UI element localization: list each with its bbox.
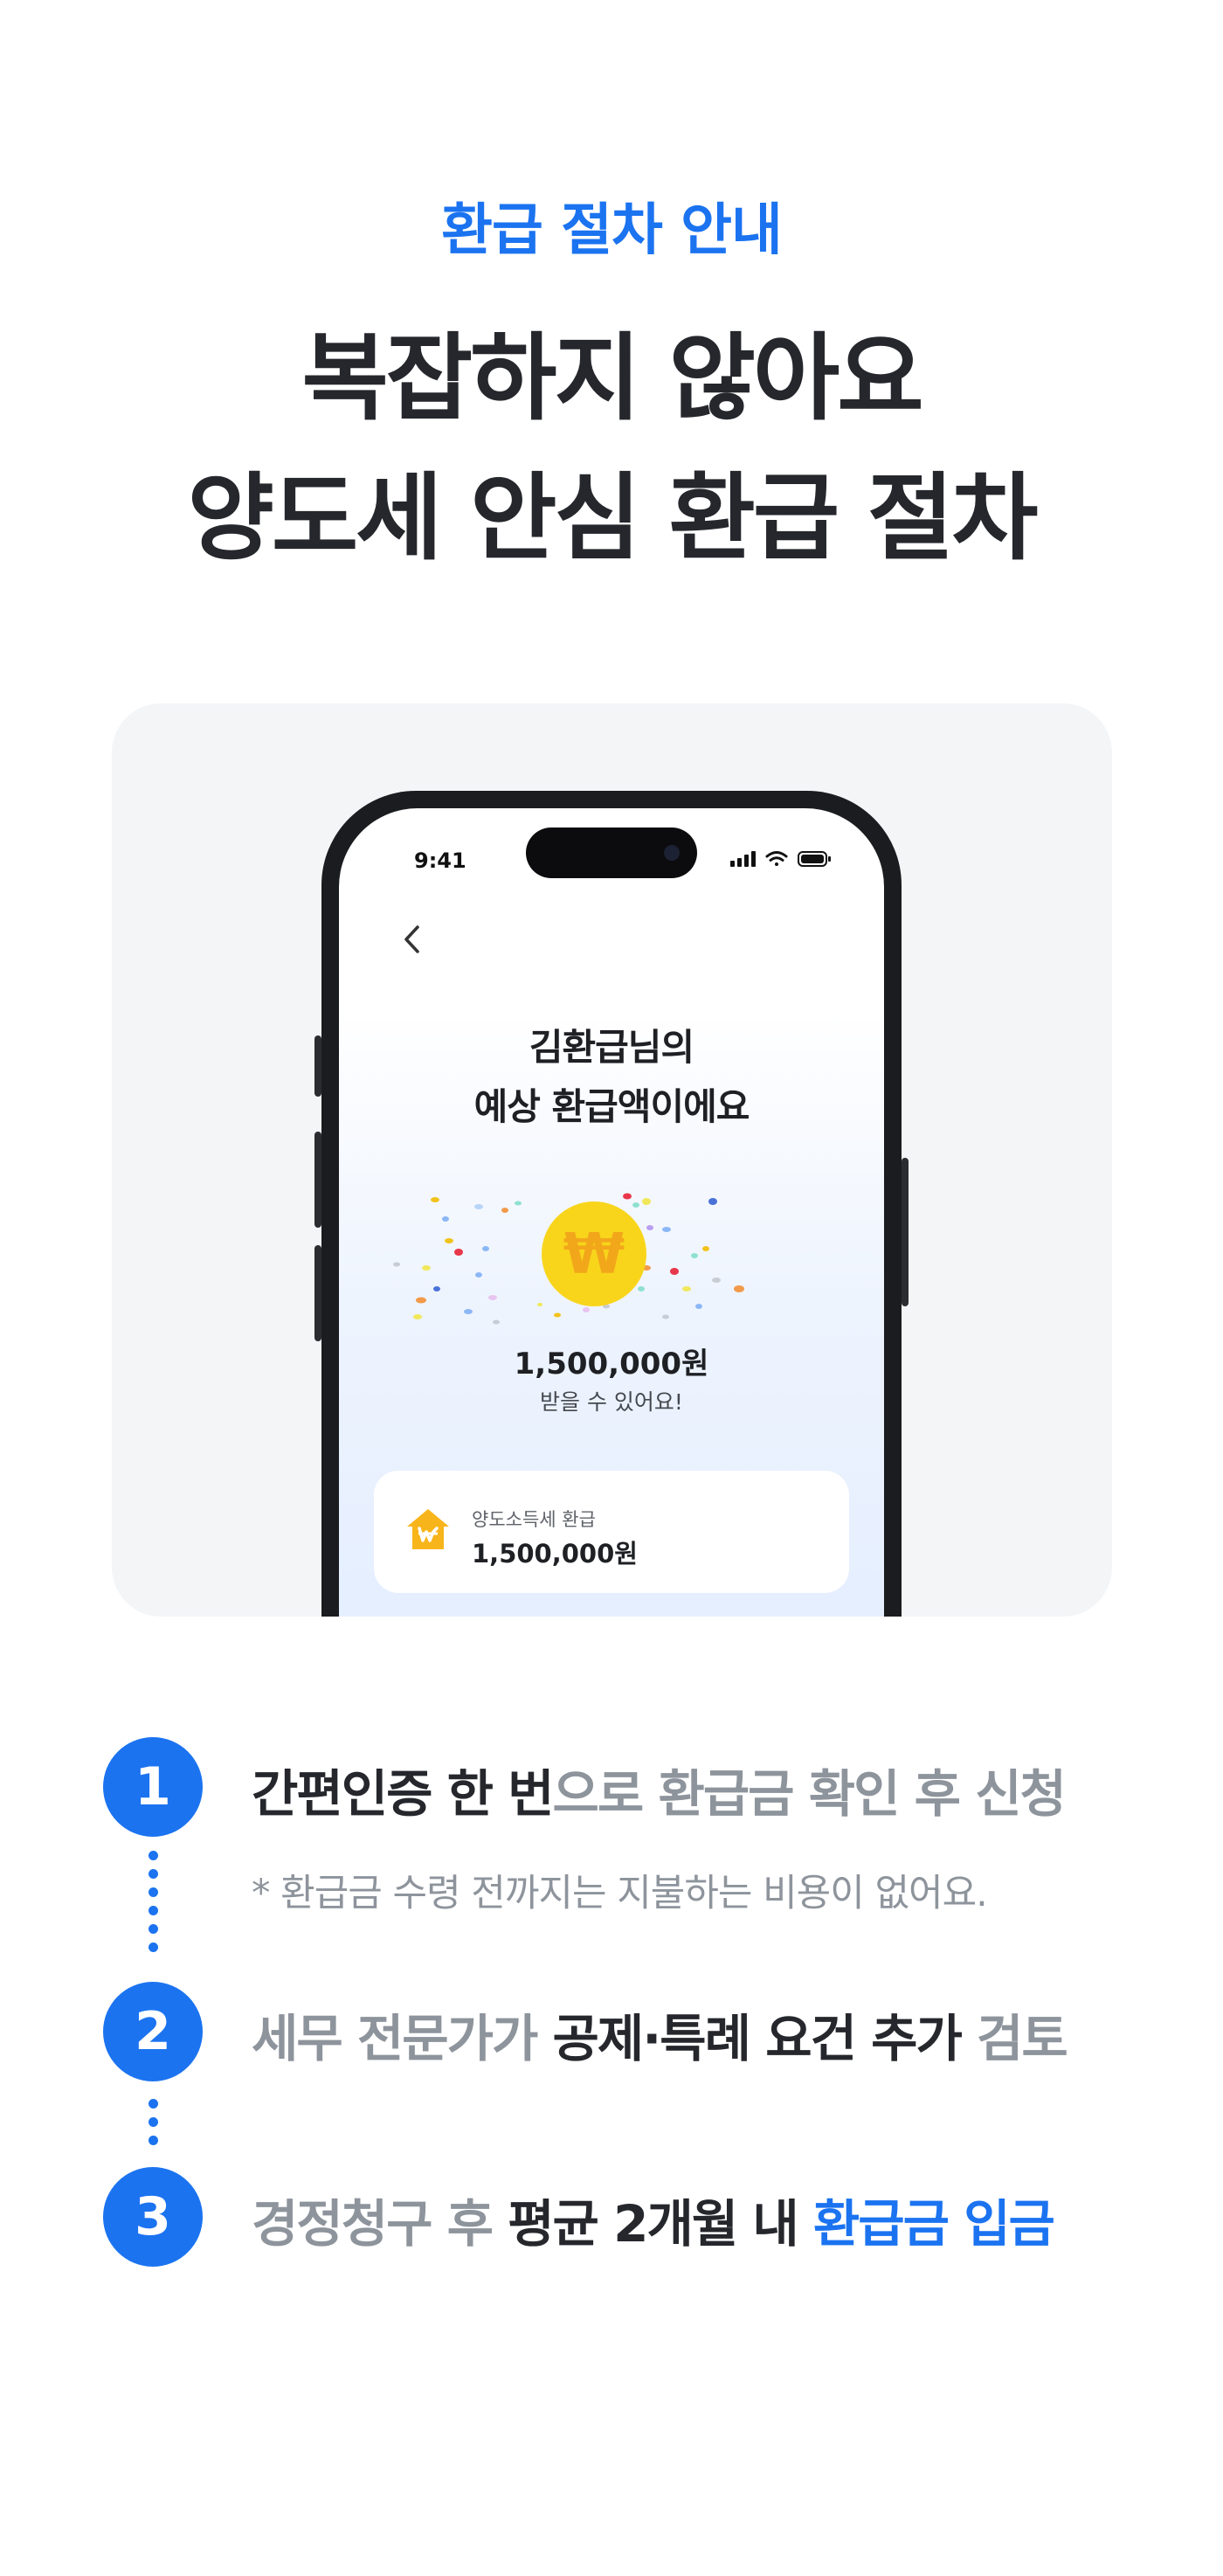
step-2-lead: 세무 전문가가 (252, 2009, 553, 2068)
step-3-lead: 경정청구 후 (252, 2194, 508, 2254)
step-1-note: * 환급금 수령 전까지는 지불하는 비용이 없어요. (252, 1872, 988, 1915)
refund-title-line-2: 예상 환급액이에요 (473, 1085, 750, 1128)
step-1-text: 간편인증 한 번으로 환급금 확인 후 신청 (252, 1753, 1067, 1826)
phone-mockup: 9:41 김환급님의 예상 환급액이에요 ₩ 1,500,000원 받을 수 있… (314, 791, 909, 1617)
step-2-tail: 검토 (960, 2009, 1068, 2068)
refund-item-value: 1,500,000원 (472, 1539, 638, 1568)
won-coin-icon: ₩ (542, 1201, 646, 1306)
refund-item-label: 양도소득세 환급 (472, 1509, 596, 1530)
headline-line-2: 양도세 안심 환급 절차 (187, 464, 1038, 573)
dynamic-island (526, 828, 697, 878)
step-3-emphasis: 환급금 입금 (812, 2194, 1055, 2254)
headline-line-1: 복잡하지 않아요 (301, 324, 923, 433)
step-1-badge: 1 (103, 1737, 203, 1837)
step-3-badge: 3 (103, 2167, 203, 2267)
status-time: 9:41 (414, 848, 466, 873)
step-2-badge: 2 (103, 1982, 203, 2081)
refund-item-card[interactable]: 양도소득세 환급 1,500,000원 (374, 1471, 849, 1593)
phone-side-button (902, 1158, 909, 1306)
step-1-highlight: 간편인증 한 번 (252, 1764, 555, 1824)
status-icons (730, 851, 831, 867)
wifi-icon (765, 851, 788, 866)
step-3-text: 경정청구 후 평균 2개월 내 환급금 입금 (252, 2183, 1055, 2256)
estimated-refund-subtext: 받을 수 있어요! (540, 1389, 683, 1415)
step-1-rest: 으로 환급금 확인 후 신청 (552, 1764, 1067, 1824)
step-3-highlight: 평균 2개월 내 (508, 2194, 813, 2254)
step-connector-2-3 (149, 2099, 158, 2154)
back-chevron-icon[interactable] (400, 922, 423, 957)
phone-volume-up-button (314, 1132, 321, 1228)
step-2-highlight: 공제·특례 요건 추가 (552, 2009, 963, 2068)
phone-preview-panel: 9:41 김환급님의 예상 환급액이에요 ₩ 1,500,000원 받을 수 있… (112, 703, 1112, 1617)
step-connector-1-2 (149, 1851, 158, 1961)
refund-title-line-1: 김환급님의 (529, 1026, 694, 1069)
confetti-illustration: ₩ (393, 1193, 744, 1325)
phone-screen: 9:41 김환급님의 예상 환급액이에요 ₩ 1,500,000원 받을 수 있… (339, 808, 884, 1617)
coin-symbol: ₩ (563, 1222, 625, 1287)
estimated-refund-amount: 1,500,000원 (514, 1347, 709, 1381)
battery-icon (798, 851, 831, 867)
cellular-signal-icon (730, 851, 756, 867)
house-won-icon (407, 1509, 449, 1549)
phone-action-button (314, 1035, 321, 1097)
step-2-text: 세무 전문가가 공제·특례 요건 추가 검토 (252, 1998, 1068, 2071)
section-eyebrow: 환급 절차 안내 (441, 198, 783, 263)
phone-volume-down-button (314, 1245, 321, 1341)
